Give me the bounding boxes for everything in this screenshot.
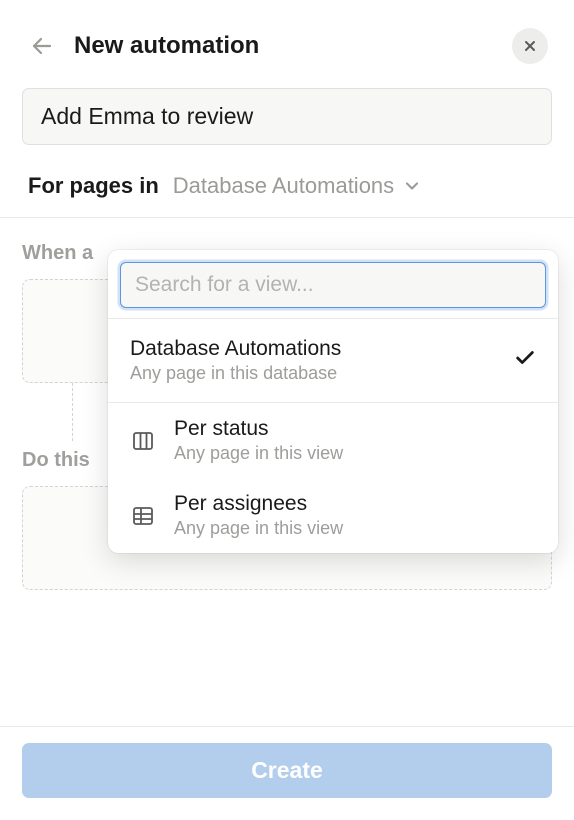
option-subtitle: Any page in this view [174, 518, 536, 539]
for-pages-label: For pages in [28, 173, 159, 199]
chevron-down-icon [402, 176, 422, 196]
page-title: New automation [74, 32, 494, 60]
option-subtitle: Any page in this view [174, 443, 536, 464]
database-selector[interactable]: Database Automations [173, 173, 422, 199]
check-icon [514, 347, 536, 374]
table-icon [130, 503, 156, 529]
dropdown-option-per-status[interactable]: Per status Any page in this view [108, 403, 558, 478]
database-selector-label: Database Automations [173, 173, 394, 199]
dropdown-option-per-assignees[interactable]: Per assignees Any page in this view [108, 478, 558, 553]
automation-name-input[interactable] [22, 88, 552, 145]
option-title: Per assignees [174, 492, 536, 516]
search-input[interactable] [120, 262, 546, 308]
create-button[interactable]: Create [22, 743, 552, 798]
close-button[interactable] [512, 28, 548, 64]
connector-line [72, 383, 74, 441]
option-title: Database Automations [130, 337, 496, 361]
back-button[interactable] [28, 32, 56, 60]
close-icon [522, 38, 538, 54]
option-title: Per status [174, 417, 536, 441]
arrow-left-icon [30, 34, 54, 58]
view-selector-dropdown: Database Automations Any page in this da… [108, 250, 558, 553]
dropdown-option-database-automations[interactable]: Database Automations Any page in this da… [108, 319, 558, 402]
option-subtitle: Any page in this database [130, 363, 496, 384]
board-icon [130, 428, 156, 454]
